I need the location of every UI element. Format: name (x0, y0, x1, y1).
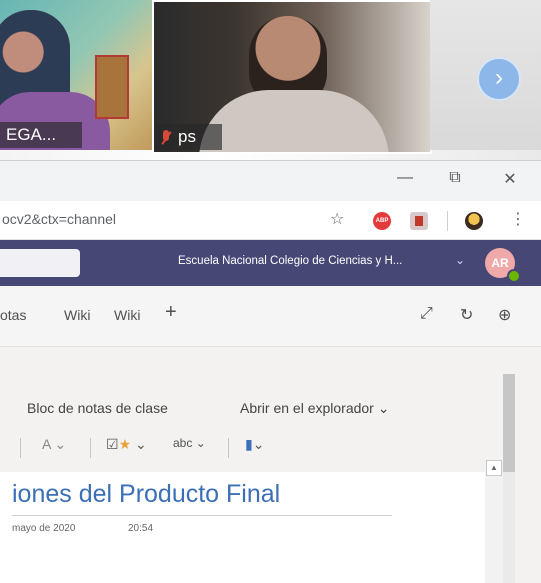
page-date: mayo de 2020 (12, 523, 76, 534)
address-bar[interactable]: ocv2&ctx=channel ☆ ABP ⋮ (0, 201, 541, 240)
title-divider (12, 515, 392, 516)
close-button[interactable]: ✕ (495, 169, 525, 189)
toolbar-divider (20, 438, 21, 458)
note-page[interactable]: iones del Producto Final mayo de 2020 20… (0, 472, 485, 583)
participant-video-body (199, 90, 389, 152)
class-notebook-menu[interactable]: Bloc de notas de clase (27, 400, 168, 416)
abp-icon-label: ABP (375, 218, 389, 224)
spelling-button[interactable]: abc ⌄ (173, 436, 206, 450)
participant-tile-1[interactable]: EGA... (0, 0, 152, 150)
presence-status-icon (507, 269, 521, 283)
url-text[interactable]: ocv2&ctx=channel (2, 211, 116, 227)
video-call-strip: EGA... ps › (0, 0, 541, 160)
onenote-area: Bloc de notas de clase Abrir en el explo… (0, 347, 541, 583)
toolbar-divider (228, 438, 229, 458)
expand-icon[interactable]: ⤢ (420, 305, 433, 323)
tab-wiki-2[interactable]: Wiki (114, 307, 140, 323)
restore-button[interactable]: ⧉ (440, 169, 470, 187)
tab-wiki[interactable]: Wiki (64, 307, 90, 323)
browser-window: — ⧉ ✕ ocv2&ctx=channel ☆ ABP ⋮ Escuela N… (0, 160, 541, 583)
mic-muted-icon (160, 129, 172, 146)
font-color-icon: A (42, 436, 51, 452)
open-in-browser-label: Abrir en el explorador (240, 400, 374, 416)
add-tab-button[interactable]: + (165, 301, 177, 324)
bookmark-star-icon[interactable]: ☆ (330, 209, 344, 229)
participant-name: EGA... (6, 125, 57, 144)
chevron-down-icon: ⌄ (252, 436, 265, 452)
font-color-button[interactable]: A ⌄ (42, 436, 66, 453)
background-shelf (95, 55, 129, 119)
participant-name: ps (178, 127, 196, 146)
org-name[interactable]: Escuela Nacional Colegio de Ciencias y H… (178, 255, 402, 267)
participant-name-tag: ps (154, 124, 222, 150)
search-input[interactable] (0, 249, 80, 277)
immersive-reader-button[interactable]: ▮⌄ (245, 436, 264, 453)
scrollbar-thumb[interactable] (503, 374, 515, 472)
chevron-right-icon: › (495, 64, 503, 91)
scroll-up-button[interactable]: ▲ (486, 460, 502, 476)
tags-button[interactable]: ☑★ ⌄ (106, 436, 147, 453)
toolbar-divider (447, 211, 448, 231)
toolbar-divider (90, 438, 91, 458)
chevron-down-icon[interactable]: ⌄ (455, 253, 465, 267)
teams-header: Escuela Nacional Colegio de Ciencias y H… (0, 240, 541, 286)
open-in-browser-menu[interactable]: Abrir en el explorador ⌄ (240, 400, 389, 417)
globe-icon[interactable]: ⊕ (498, 305, 511, 325)
tag-star-icon: ☑ (106, 436, 119, 452)
browser-menu-icon[interactable]: ⋮ (510, 209, 526, 229)
participant-name-tag: EGA... (0, 122, 82, 148)
page-title[interactable]: iones del Producto Final (12, 480, 280, 509)
page-time: 20:54 (128, 523, 154, 534)
tab-notes[interactable]: otas (0, 307, 26, 323)
spelling-icon: abc (173, 436, 193, 450)
abp-icon[interactable]: ABP (373, 212, 391, 230)
next-participants-button[interactable]: › (477, 57, 521, 101)
reload-icon[interactable]: ↻ (460, 305, 473, 325)
chevron-down-icon: ⌄ (377, 400, 390, 416)
scrollbar[interactable] (503, 374, 515, 583)
ribbon-toolbar: A ⌄ ☑★ ⌄ abc ⌄ ▮⌄ (0, 430, 500, 462)
participant-tile-2[interactable]: ps (152, 0, 432, 154)
minimize-button[interactable]: — (390, 169, 420, 187)
profile-extension-icon[interactable] (465, 212, 483, 230)
channel-tab-bar: otas Wiki Wiki + ⤢ ↻ ⊕ (0, 286, 541, 347)
browser-titlebar: — ⧉ ✕ (0, 161, 541, 201)
pdf-icon[interactable] (410, 212, 428, 230)
